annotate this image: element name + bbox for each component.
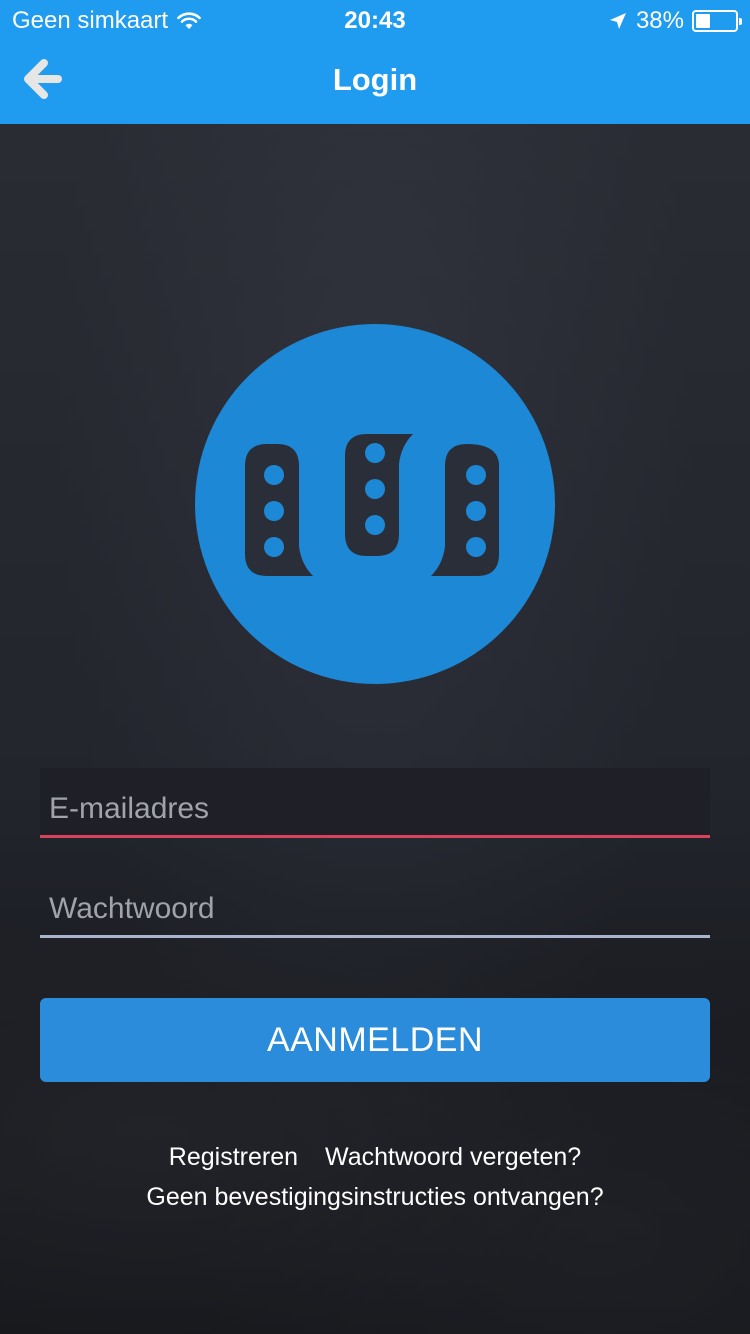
status-bar: Geen simkaart 20:43 38% [0,0,750,40]
status-right-group: 38% [608,7,742,35]
auth-links: Registreren Wachtwoord vergeten? Geen be… [0,1143,750,1212]
resend-confirmation-link[interactable]: Geen bevestigingsinstructies ontvangen? [146,1183,603,1211]
email-input[interactable] [40,768,710,835]
battery-fill [696,14,710,28]
login-button[interactable]: AANMELDEN [40,998,710,1082]
password-field [40,868,710,938]
battery-icon [692,10,742,32]
auth-links-row-2: Geen bevestigingsinstructies ontvangen? [0,1183,750,1212]
email-field [40,768,710,838]
battery-percent: 38% [635,7,684,34]
app-logo [195,324,555,684]
forgot-password-link[interactable]: Wachtwoord vergeten? [325,1143,581,1172]
location-arrow-icon [609,13,626,29]
wifi-icon [177,12,201,29]
carrier-label: Geen simkaart [12,7,169,34]
navigation-bar: Login [0,40,750,124]
password-input[interactable] [40,868,710,935]
page-title: Login [332,62,418,97]
register-link[interactable]: Registreren [169,1143,298,1172]
battery-tip [739,18,742,25]
auth-links-row: Registreren Wachtwoord vergeten? [0,1143,750,1172]
status-carrier-group: Geen simkaart [12,7,202,35]
